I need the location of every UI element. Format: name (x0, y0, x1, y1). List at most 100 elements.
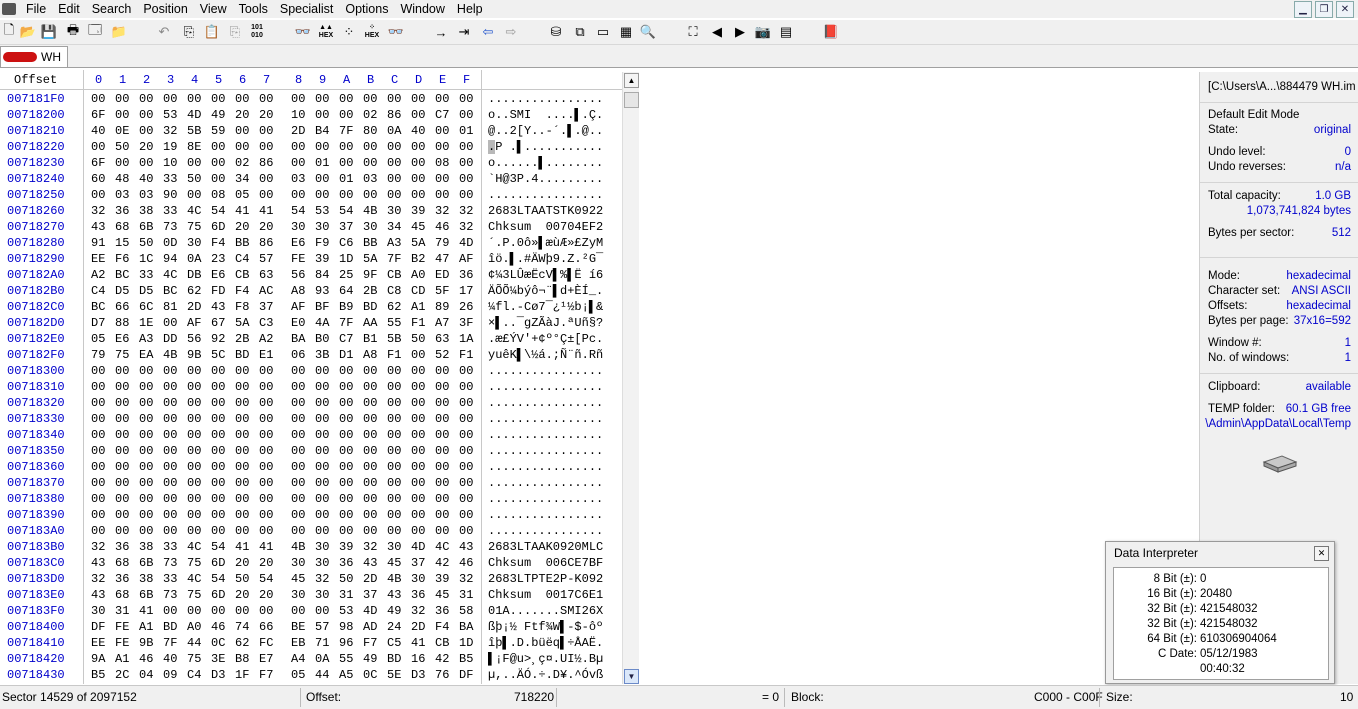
row-offset[interactable]: 00718290 (7, 251, 65, 267)
hex-byte[interactable]: BA (291, 331, 305, 347)
hex-byte[interactable]: CB (387, 267, 401, 283)
size-status-value[interactable]: 10 (1340, 690, 1353, 704)
hex-byte[interactable]: 06 (291, 347, 305, 363)
hex-byte[interactable]: 00 (315, 395, 329, 411)
hex-row[interactable]: 00718220 00 50 20 19 8E 00 00 00 00 00 00 00 00 00 00 00… (0, 139, 622, 155)
hex-row[interactable]: 00718400 DF FE A1 BD A0 46 74 66 BE 57 98 AD 24 2D F4 BA… (0, 619, 622, 635)
hex-byte[interactable]: 20 (235, 107, 249, 123)
hex-row[interactable]: 007182E0 05 E6 A3 DD 56 92 2B A2 BA B0 C7 B1 5B 50 63 1A… (0, 331, 622, 347)
hex-byte[interactable]: 00 (387, 507, 401, 523)
hex-byte[interactable]: 00 (187, 411, 201, 427)
hex-byte[interactable]: 1F (235, 667, 249, 683)
hex-byte[interactable]: 00 (163, 411, 177, 427)
hex-byte[interactable]: 04 (139, 667, 153, 683)
hex-byte[interactable]: 33 (163, 203, 177, 219)
hex-byte[interactable]: 86 (259, 155, 273, 171)
row-offset[interactable]: 00718390 (7, 507, 65, 523)
hex-byte[interactable]: 00 (411, 491, 425, 507)
paste-icon[interactable]: 📋 (203, 23, 221, 41)
close-icon[interactable]: ✕ (1336, 1, 1354, 18)
hex-byte[interactable]: 4B (291, 539, 305, 555)
hex-byte[interactable]: BC (91, 299, 105, 315)
hex-byte[interactable]: 66 (115, 299, 129, 315)
hex-byte[interactable]: 00 (315, 603, 329, 619)
row-offset[interactable]: 00718220 (7, 139, 65, 155)
hex-byte[interactable]: 32 (459, 219, 473, 235)
hex-byte[interactable]: 01 (339, 171, 353, 187)
hex-byte[interactable]: 5C (211, 347, 225, 363)
hex-byte[interactable]: 00 (459, 395, 473, 411)
hex-byte[interactable]: 33 (163, 539, 177, 555)
hex-byte[interactable]: A2 (259, 331, 273, 347)
hex-byte[interactable]: 00 (139, 107, 153, 123)
hex-byte[interactable]: 0D (163, 235, 177, 251)
hex-byte[interactable]: 00 (115, 443, 129, 459)
hex-byte[interactable]: 30 (387, 203, 401, 219)
hex-byte[interactable]: 05 (235, 187, 249, 203)
hex-byte[interactable]: 24 (387, 619, 401, 635)
hex-byte[interactable]: 00 (387, 523, 401, 539)
menu-help[interactable]: Help (451, 0, 489, 18)
hex-byte[interactable]: 00 (291, 427, 305, 443)
hex-byte[interactable]: 20 (235, 219, 249, 235)
hex-byte[interactable]: FE (115, 635, 129, 651)
hex-byte[interactable]: 00 (435, 139, 449, 155)
menu-view[interactable]: View (194, 0, 233, 18)
properties-icon[interactable]: 🗔 (86, 22, 104, 41)
menu-file[interactable]: File (20, 0, 52, 18)
hex-row[interactable]: 00718350 00 00 00 00 00 00 00 00 00 00 00 00 00 00 00 00… (0, 443, 622, 459)
row-offset[interactable]: 00718200 (7, 107, 65, 123)
hex-byte[interactable]: 00 (211, 523, 225, 539)
hex-byte[interactable]: 30 (91, 603, 105, 619)
hex-byte[interactable]: 00 (435, 523, 449, 539)
hex-byte[interactable]: F4 (211, 235, 225, 251)
close-icon[interactable]: ✕ (1314, 546, 1329, 561)
hex-byte[interactable]: B5 (459, 651, 473, 667)
hex-byte[interactable]: 00 (459, 443, 473, 459)
hex-byte[interactable]: 00 (387, 139, 401, 155)
row-offset[interactable]: 007182C0 (7, 299, 65, 315)
hex-byte[interactable]: 46 (459, 555, 473, 571)
hex-byte[interactable]: 01 (459, 123, 473, 139)
hex-byte[interactable]: 7F (387, 251, 401, 267)
hex-row[interactable]: 00718270 43 68 6B 73 75 6D 20 20 30 30 37 30 34 45 46 32… (0, 219, 622, 235)
hex-byte[interactable]: 54 (339, 203, 353, 219)
hex-byte[interactable]: 6F (91, 107, 105, 123)
temp-folder-path[interactable]: \Admin\AppData\Local\Temp (1205, 418, 1351, 430)
replace-text-icon[interactable]: ⁘ (340, 23, 358, 41)
hex-byte[interactable]: 00 (139, 523, 153, 539)
hex-byte[interactable]: 00 (291, 507, 305, 523)
hex-byte[interactable]: 00 (387, 379, 401, 395)
hex-byte[interactable]: BC (163, 283, 177, 299)
hex-byte[interactable]: 00 (435, 507, 449, 523)
ascii-text[interactable]: o......▌........ (488, 155, 603, 171)
hex-byte[interactable]: 84 (315, 267, 329, 283)
hex-byte[interactable]: 00 (211, 443, 225, 459)
hex-byte[interactable]: A1 (115, 651, 129, 667)
row-offset[interactable]: 00718210 (7, 123, 65, 139)
ascii-text[interactable]: `H@3P.4......... (488, 171, 603, 187)
hex-byte[interactable]: 00 (259, 123, 273, 139)
hex-byte[interactable]: 41 (235, 539, 249, 555)
binary-icon[interactable]: 101 010 (248, 23, 266, 41)
hex-byte[interactable]: 00 (435, 459, 449, 475)
hex-byte[interactable]: 03 (363, 171, 377, 187)
hex-byte[interactable]: 48 (115, 171, 129, 187)
hex-byte[interactable]: B8 (235, 651, 249, 667)
hex-byte[interactable]: 86 (387, 107, 401, 123)
hex-byte[interactable]: 46 (435, 219, 449, 235)
hex-byte[interactable]: 00 (115, 523, 129, 539)
hex-byte[interactable]: 00 (91, 475, 105, 491)
hex-byte[interactable]: 00 (435, 475, 449, 491)
ascii-text[interactable]: Chksum 0017C6E1 (488, 587, 603, 603)
hex-byte[interactable]: 00 (211, 459, 225, 475)
hex-byte[interactable]: 00 (235, 459, 249, 475)
ascii-text[interactable]: ................ (488, 507, 603, 523)
hex-byte[interactable]: 00 (387, 427, 401, 443)
hex-byte[interactable]: 03 (115, 187, 129, 203)
hex-row[interactable]: 00718360 00 00 00 00 00 00 00 00 00 00 00 00 00 00 00 00… (0, 459, 622, 475)
hex-byte[interactable]: B1 (363, 331, 377, 347)
hex-byte[interactable]: 49 (387, 603, 401, 619)
hex-byte[interactable]: 55 (339, 651, 353, 667)
hex-byte[interactable]: A1 (139, 619, 153, 635)
